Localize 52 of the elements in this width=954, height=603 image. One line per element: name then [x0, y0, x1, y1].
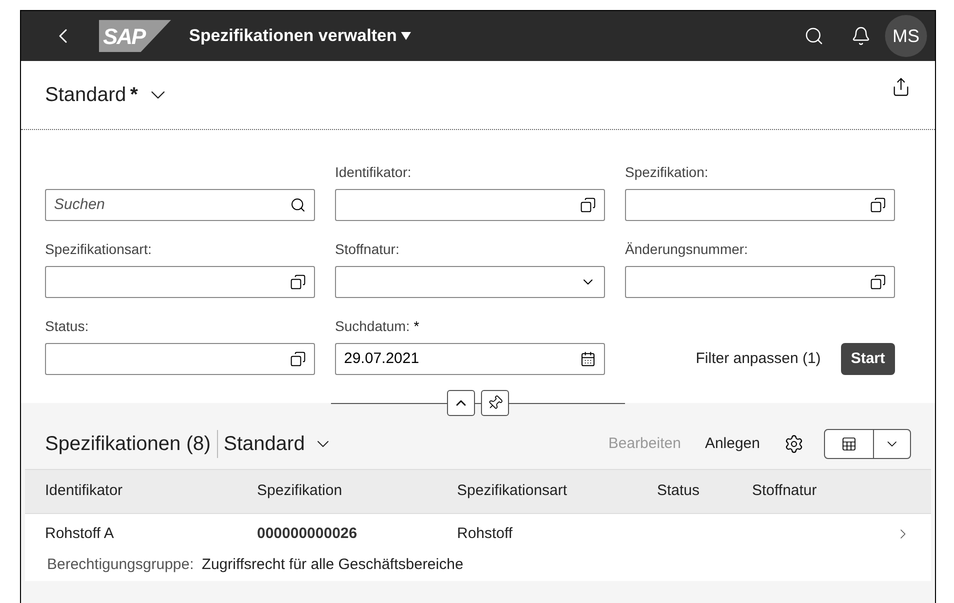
- field-label: Identifikator:: [335, 162, 412, 182]
- field-label: Änderungsnummer:: [625, 240, 748, 259]
- settings-icon[interactable]: [784, 434, 804, 454]
- field-label: Status:: [45, 316, 89, 336]
- input-field[interactable]: 29.07.2021: [335, 343, 605, 375]
- column-header: Spezifikation: [257, 481, 344, 502]
- table-title: Spezifikationen (8): [45, 432, 211, 457]
- logo: SAP: [99, 20, 171, 52]
- column-header: Spezifikationsart: [457, 481, 568, 502]
- adapt-filters-button[interactable]: Filter anpassen (1): [688, 343, 829, 375]
- detail-label: Berechtigungsgruppe:: [47, 555, 194, 575]
- column-header: Status: [657, 481, 701, 502]
- collapse-header-button[interactable]: [447, 390, 475, 416]
- variant-selector[interactable]: Standard *: [45, 80, 170, 110]
- input-field[interactable]: [335, 266, 605, 298]
- search-icon[interactable]: [290, 197, 306, 213]
- input-field[interactable]: [45, 343, 315, 375]
- share-icon[interactable]: [891, 77, 911, 97]
- value-help-icon[interactable]: [870, 274, 886, 290]
- table-cell-text: 000000000026: [257, 524, 358, 544]
- field-label: Spezifikation:: [625, 162, 708, 182]
- spreadsheet-icon[interactable]: [841, 436, 857, 452]
- field-label: Spezifikationsart:: [45, 240, 152, 259]
- export-menu-button[interactable]: [824, 429, 911, 459]
- table-cell-text: Rohstoff A: [45, 524, 115, 544]
- pin-header-button[interactable]: [481, 390, 509, 416]
- input-field[interactable]: [625, 189, 895, 221]
- user-avatar[interactable]: MS: [885, 15, 927, 57]
- value-help-icon[interactable]: [290, 274, 306, 290]
- table-row[interactable]: Rohstoff A 000000000026 Rohstoff Berechtigungsgruppe: Zugriffsrecht für alle Geschäftsbereiche: [25, 513, 931, 580]
- input-field[interactable]: Suchen: [45, 189, 315, 221]
- value-help-icon[interactable]: [580, 197, 596, 213]
- input-field[interactable]: [335, 189, 605, 221]
- table-variant-selector[interactable]: Standard: [224, 429, 333, 459]
- field-label: Suchdatum:: [335, 316, 410, 336]
- detail-value: Zugriffsrecht für alle Geschäftsbereiche: [202, 555, 464, 575]
- bell-icon[interactable]: [851, 26, 871, 46]
- required-mark: *: [414, 316, 420, 336]
- column-header: Stoffnatur: [752, 481, 818, 502]
- calendar-icon[interactable]: [580, 351, 596, 367]
- field-label: Stoffnatur:: [335, 240, 400, 258]
- input-field[interactable]: [625, 266, 895, 298]
- caret-down-icon: [400, 32, 411, 40]
- toolbar-button[interactable]: Anlegen: [704, 432, 760, 456]
- column-header: Identifikator: [45, 481, 124, 502]
- search-icon[interactable]: [804, 26, 824, 46]
- start-button[interactable]: Start: [840, 343, 895, 375]
- app-title-menu[interactable]: Spezifikationen verwalten: [189, 23, 411, 49]
- value-help-icon[interactable]: [870, 197, 886, 213]
- value-help-icon[interactable]: [290, 351, 306, 367]
- input-field[interactable]: [45, 266, 315, 298]
- table-cell-text: Rohstoff: [457, 524, 514, 544]
